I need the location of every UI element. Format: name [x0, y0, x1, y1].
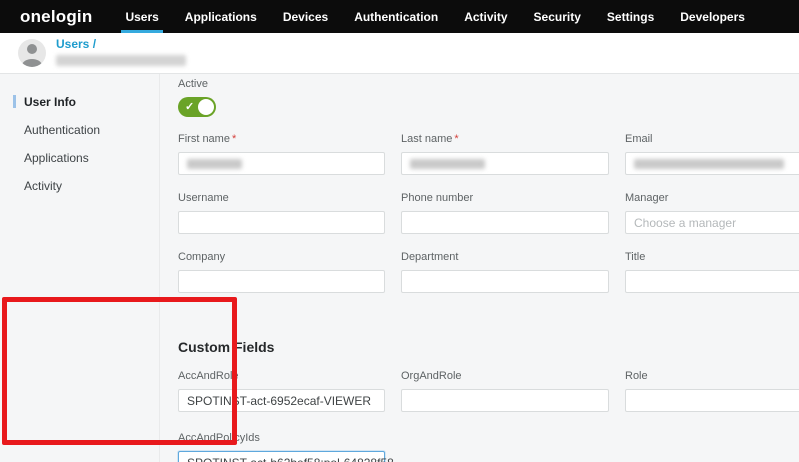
acc-and-policy-ids-field[interactable]: SPOTINST-act-b62bef58:pol-64828f58	[178, 451, 385, 462]
sidebar-item-activity[interactable]: Activity	[0, 172, 159, 200]
first-name-field[interactable]	[178, 152, 385, 175]
onelogin-logo[interactable]: onelogin	[20, 0, 92, 33]
role-field[interactable]	[625, 389, 799, 412]
email-label: Email	[625, 133, 799, 145]
manager-label: Manager	[625, 192, 799, 204]
acc-and-policy-ids-value: SPOTINST-act-b62bef58:pol-64828f58	[187, 456, 394, 462]
first-name-label: First name*	[178, 133, 385, 145]
redacted-first-name	[187, 159, 242, 169]
nav-tab-devices[interactable]: Devices	[270, 0, 341, 33]
nav-tab-activity[interactable]: Activity	[451, 0, 520, 33]
username-label: Username	[178, 192, 385, 204]
content-area: User Info Authentication Applications Ac…	[0, 74, 799, 462]
breadcrumb-users-link[interactable]: Users /	[56, 37, 186, 51]
breadcrumb: Users /	[56, 36, 186, 71]
department-field[interactable]	[401, 270, 609, 293]
department-label: Department	[401, 251, 609, 263]
title-field[interactable]	[625, 270, 799, 293]
required-marker: *	[454, 133, 458, 145]
user-avatar-icon	[18, 39, 46, 67]
org-and-role-field[interactable]	[401, 389, 609, 412]
sidebar-item-applications[interactable]: Applications	[0, 144, 159, 172]
user-info-form: Active ✓ First name* Last name* Email U	[160, 74, 799, 462]
check-icon: ✓	[185, 100, 194, 114]
nav-tab-settings[interactable]: Settings	[594, 0, 667, 33]
redacted-email	[634, 159, 784, 169]
redacted-user-name	[56, 55, 186, 66]
phone-number-label: Phone number	[401, 192, 609, 204]
org-and-role-label: OrgAndRole	[401, 370, 609, 382]
sidebar-item-authentication[interactable]: Authentication	[0, 116, 159, 144]
acc-and-role-field[interactable]	[178, 389, 385, 412]
company-field[interactable]	[178, 270, 385, 293]
email-field[interactable]	[625, 152, 799, 175]
nav-tab-security[interactable]: Security	[521, 0, 594, 33]
last-name-field[interactable]	[401, 152, 609, 175]
nav-tab-users[interactable]: Users	[112, 0, 171, 33]
active-label: Active	[178, 78, 799, 90]
page-header: Users /	[0, 33, 799, 74]
nav-tab-authentication[interactable]: Authentication	[341, 0, 451, 33]
active-toggle[interactable]: ✓	[178, 97, 216, 117]
acc-and-role-label: AccAndRole	[178, 370, 385, 382]
redacted-last-name	[410, 159, 485, 169]
custom-fields-section-title: Custom Fields	[178, 339, 799, 355]
sidebar: User Info Authentication Applications Ac…	[0, 74, 160, 462]
required-marker: *	[232, 133, 236, 145]
phone-number-field[interactable]	[401, 211, 609, 234]
acc-and-policy-ids-label: AccAndPolicyIds	[178, 432, 385, 444]
role-label: Role	[625, 370, 799, 382]
title-label: Title	[625, 251, 799, 263]
username-field[interactable]	[178, 211, 385, 234]
last-name-label: Last name*	[401, 133, 609, 145]
toggle-knob	[198, 99, 214, 115]
company-label: Company	[178, 251, 385, 263]
nav-tab-developers[interactable]: Developers	[667, 0, 758, 33]
nav-tab-applications[interactable]: Applications	[172, 0, 270, 33]
manager-field[interactable]	[625, 211, 799, 234]
sidebar-item-user-info[interactable]: User Info	[0, 88, 159, 116]
top-navbar: onelogin Users Applications Devices Auth…	[0, 0, 799, 33]
